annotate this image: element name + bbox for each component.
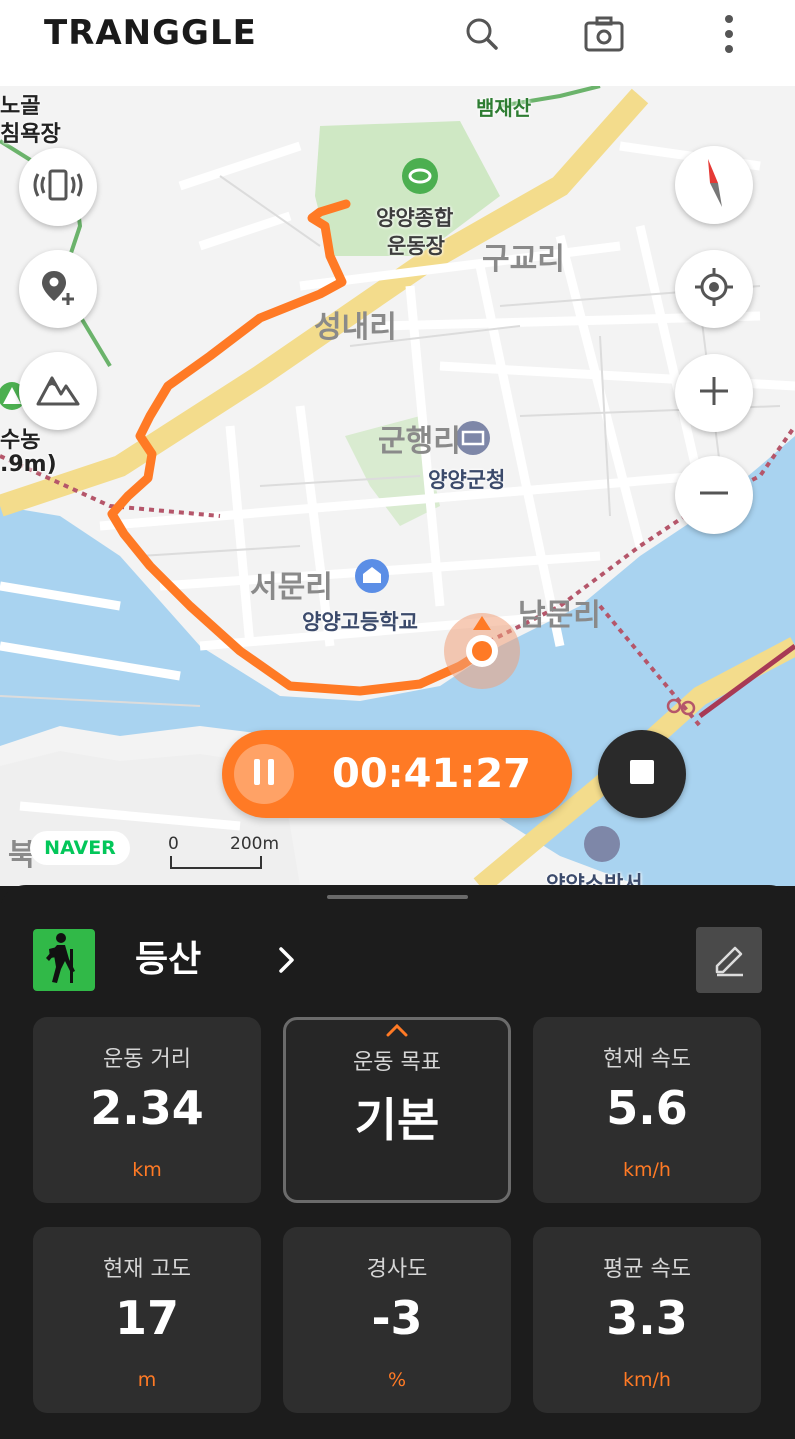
pause-icon — [251, 757, 277, 791]
map-label: 구교리 — [482, 242, 565, 277]
workout-panel: 등산 운동 거리 2.34 km 운동 목표 기본 현재 속도 5.6 km/h… — [0, 885, 795, 1439]
map-label: 양양고등학교 — [302, 610, 418, 634]
stat-unit: % — [387, 1369, 407, 1391]
map-label: 양양종합 — [376, 206, 454, 230]
activity-icon-box[interactable] — [33, 929, 95, 991]
map-label: 수농 — [0, 428, 41, 453]
chevron-right-icon[interactable] — [270, 943, 304, 981]
app-logo: TRANGGLE — [44, 13, 257, 53]
recording-timer: 00:41:27 — [222, 730, 572, 818]
vibration-button[interactable] — [19, 148, 97, 226]
map-label: 남문리 — [518, 598, 601, 633]
scale-zero: 0 — [168, 834, 179, 854]
scale-distance: 200m — [230, 834, 280, 854]
more-vertical-icon[interactable] — [705, 10, 753, 58]
zoom-out-button[interactable] — [675, 456, 753, 534]
map-view[interactable]: 노골 침욕장 뱀재산 양양종합 운동장 구교리 성내리 군행리 양양군청 서문리… — [0, 86, 795, 886]
search-icon[interactable] — [458, 10, 506, 58]
stat-label: 현재 속도 — [603, 1047, 691, 1072]
drag-handle[interactable] — [327, 895, 468, 899]
stat-label: 현재 고도 — [103, 1257, 191, 1282]
stat-label: 운동 목표 — [353, 1050, 441, 1075]
activity-name[interactable]: 등산 — [135, 935, 201, 985]
camera-icon[interactable] — [580, 10, 628, 58]
map-label: 뱀재산 — [476, 96, 532, 120]
office-poi-icon[interactable] — [456, 421, 490, 455]
stat-label: 평균 속도 — [603, 1257, 691, 1282]
stat-unit: m — [137, 1369, 157, 1391]
mountain-icon — [35, 370, 81, 412]
my-location-icon — [693, 266, 735, 312]
scale-bar — [170, 856, 262, 869]
elapsed-time: 00:41:27 — [332, 751, 531, 797]
stat-card-distance: 운동 거리 2.34 km — [33, 1017, 261, 1203]
map-label: 운동장 — [387, 234, 445, 258]
stat-card-slope: 경사도 -3 % — [283, 1227, 511, 1413]
app-header: TRANGGLE — [0, 0, 795, 87]
vibration-icon — [32, 167, 84, 207]
pause-button[interactable] — [234, 744, 294, 804]
stat-label: 경사도 — [366, 1257, 428, 1282]
stop-button[interactable] — [598, 730, 686, 818]
stat-value: -3 — [371, 1291, 423, 1345]
chevron-up-icon — [286, 1022, 508, 1041]
stat-label: 운동 거리 — [103, 1047, 191, 1072]
add-location-icon — [38, 267, 78, 311]
map-label: 침욕장 — [0, 122, 61, 147]
stat-card-altitude: 현재 고도 17 m — [33, 1227, 261, 1413]
map-label: 서문리 — [250, 570, 333, 605]
naver-badge[interactable]: NAVER — [30, 831, 130, 865]
stat-card-current-speed: 현재 속도 5.6 km/h — [533, 1017, 761, 1203]
stadium-poi-icon[interactable] — [402, 158, 438, 194]
stat-card-average-speed: 평균 속도 3.3 km/h — [533, 1227, 761, 1413]
mountain-button[interactable] — [19, 352, 97, 430]
stat-unit: km — [132, 1159, 162, 1181]
firestation-poi-icon[interactable] — [584, 826, 620, 862]
stat-card-goal[interactable]: 운동 목표 기본 — [283, 1017, 511, 1203]
stat-unit: km/h — [623, 1369, 671, 1391]
stat-value: 3.3 — [606, 1291, 688, 1345]
stat-value: 기본 — [354, 1093, 440, 1147]
hiking-icon — [39, 931, 89, 989]
map-label: 양양군청 — [428, 468, 506, 492]
stat-unit: km/h — [623, 1159, 671, 1181]
add-location-button[interactable] — [19, 250, 97, 328]
stat-value: 2.34 — [90, 1081, 204, 1135]
edit-button[interactable] — [696, 927, 762, 993]
position-dot — [472, 641, 492, 661]
map-label: 성내리 — [314, 310, 397, 345]
zoom-in-icon — [697, 374, 731, 412]
stop-icon — [629, 759, 655, 789]
zoom-in-button[interactable] — [675, 354, 753, 432]
map-label: .9m) — [0, 452, 57, 477]
zoom-out-icon — [697, 476, 731, 514]
compass-icon — [699, 157, 729, 213]
pencil-icon — [709, 938, 749, 982]
stat-value: 5.6 — [606, 1081, 688, 1135]
compass-button[interactable] — [675, 146, 753, 224]
stat-value: 17 — [114, 1291, 179, 1345]
map-scale: 0 200m — [168, 834, 288, 874]
map-label: 양양소방서 — [546, 872, 643, 886]
map-label: 군행리 — [378, 424, 461, 459]
my-location-button[interactable] — [675, 250, 753, 328]
